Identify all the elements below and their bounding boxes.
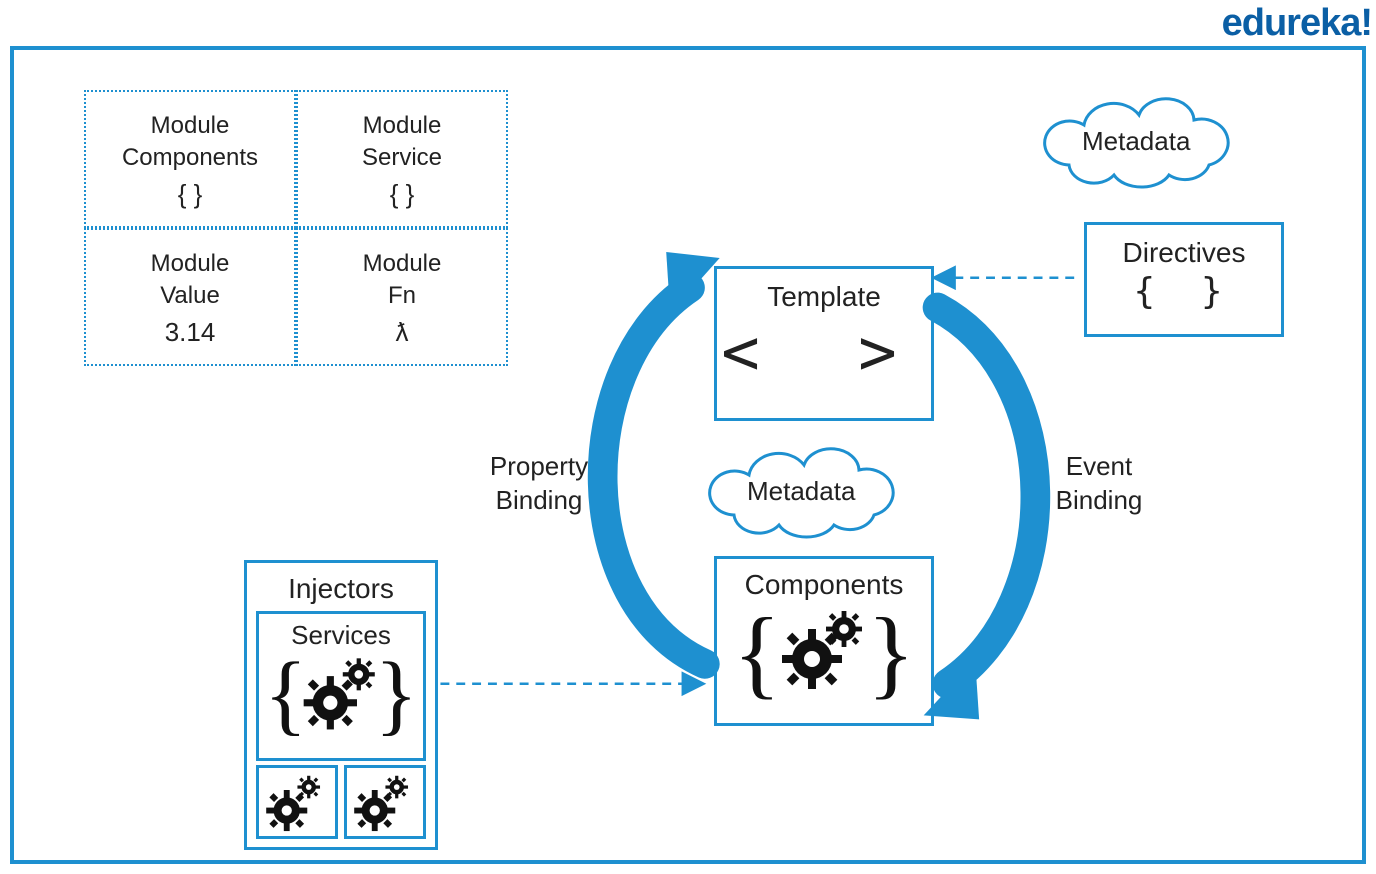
components-box: Components { [714, 556, 934, 726]
brand-logo: edureka! [1222, 2, 1372, 45]
injector-item [344, 765, 426, 839]
module-components: Module Components { } [84, 90, 296, 228]
brace-left-icon: { [733, 595, 781, 710]
event-binding-label: Event Binding [1024, 450, 1174, 518]
brace-right-icon: } [867, 595, 915, 710]
module-service-title: Module Service [306, 110, 498, 175]
services-box: Services { [256, 611, 426, 761]
module-components-symbol: { } [94, 177, 286, 212]
directives-label: Directives [1087, 237, 1281, 269]
module-fn: Module Fn ƛ [296, 228, 508, 366]
property-binding-arrow [603, 288, 705, 664]
services-gears-illustration: { [286, 653, 396, 743]
brace-right-icon: } [375, 643, 418, 746]
property-binding-arrowhead [666, 252, 719, 313]
module-fn-title: Module Fn [306, 248, 498, 313]
module-value-symbol: 3.14 [94, 315, 286, 350]
metadata-center-label: Metadata [747, 476, 855, 507]
gears-icon [774, 605, 874, 695]
gears-icon [259, 768, 335, 834]
injector-item [256, 765, 338, 839]
injectors-label: Injectors [247, 573, 435, 605]
diagram-frame: Module Components { } Module Service { }… [10, 46, 1366, 864]
modules-grid: Module Components { } Module Service { }… [84, 90, 508, 366]
components-gears-illustration: { [759, 605, 889, 705]
injectors-mini-row [247, 765, 435, 839]
module-service-symbol: { } [306, 177, 498, 212]
gears-icon [347, 768, 423, 834]
module-components-title: Module Components [94, 110, 286, 175]
property-binding-label: Property Binding [464, 450, 614, 518]
module-service: Module Service { } [296, 90, 508, 228]
directives-symbol: { } [1087, 271, 1281, 312]
event-binding-arrow [938, 307, 1036, 683]
module-value-title: Module Value [94, 248, 286, 313]
template-symbol: < > [717, 321, 931, 385]
module-value: Module Value 3.14 [84, 228, 296, 366]
gears-icon [296, 653, 386, 733]
template-label: Template [717, 281, 931, 313]
module-fn-symbol: ƛ [306, 315, 498, 350]
directives-box: Directives { } [1084, 222, 1284, 337]
brace-left-icon: { [264, 643, 307, 746]
template-box: Template < > [714, 266, 934, 421]
injectors-box: Injectors Services { [244, 560, 438, 850]
metadata-top-label: Metadata [1082, 126, 1190, 157]
